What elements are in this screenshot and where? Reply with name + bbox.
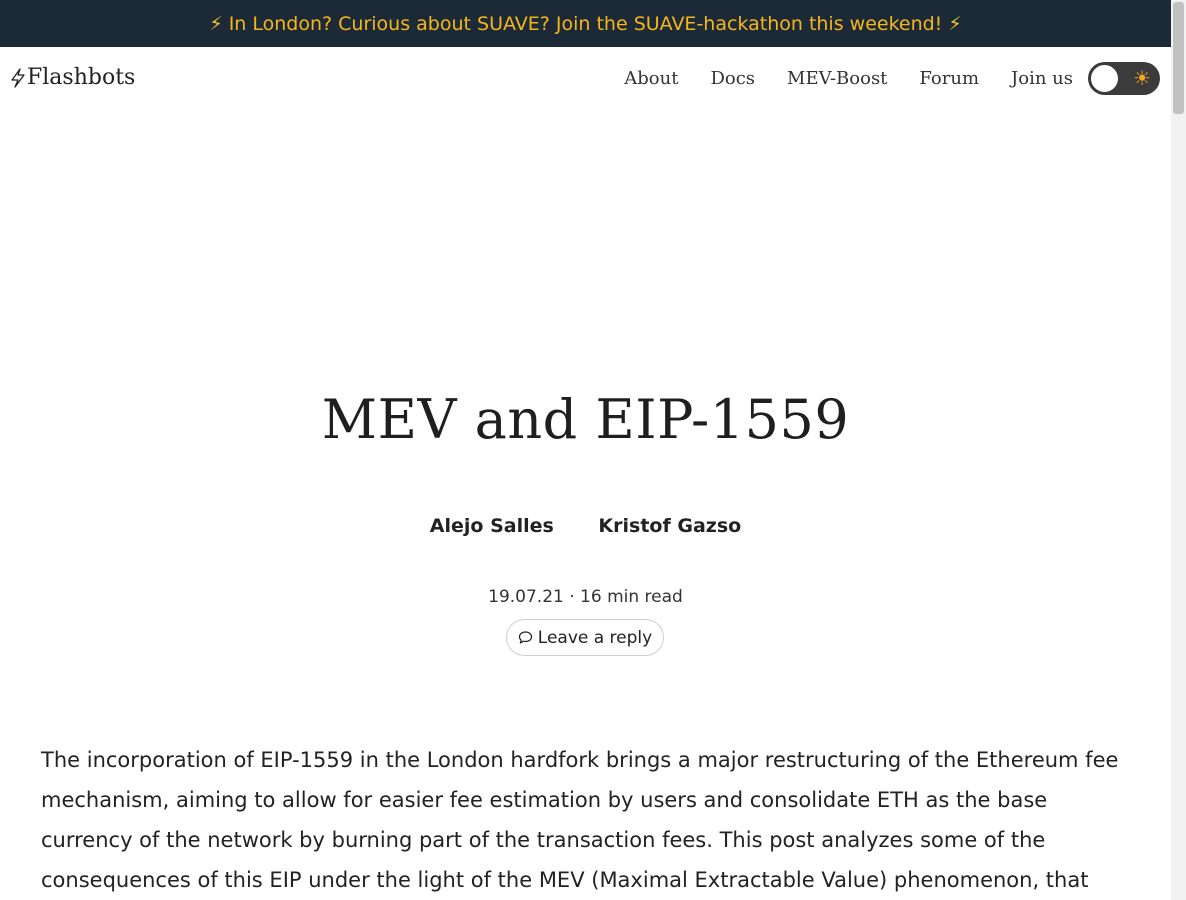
top-navigation: Flashbots About Docs MEV-Boost Forum Joi…: [0, 47, 1171, 113]
banner-text[interactable]: In London? Curious about SUAVE? Join the…: [229, 13, 943, 35]
scrollbar[interactable]: [1171, 0, 1186, 900]
nav-link-about[interactable]: About: [624, 68, 678, 89]
nav-link-forum[interactable]: Forum: [919, 68, 979, 89]
lightning-icon: ⚡: [948, 12, 962, 35]
comment-icon: [518, 631, 532, 644]
logo[interactable]: Flashbots: [10, 65, 135, 90]
toggle-knob: [1091, 65, 1118, 92]
nav-link-join-us[interactable]: Join us: [1011, 68, 1073, 89]
leave-reply-button[interactable]: Leave a reply: [506, 619, 664, 656]
author-name[interactable]: Kristof Gazso: [598, 515, 741, 537]
author-list: Alejo Salles Kristof Gazso: [0, 515, 1171, 537]
article-body-paragraph: The incorporation of EIP-1559 in the Lon…: [41, 748, 1119, 892]
lightning-icon: ⚡: [209, 12, 223, 35]
nav-link-docs[interactable]: Docs: [710, 68, 755, 89]
logo-text: Flashbots: [27, 65, 136, 90]
sun-icon: ☀: [1133, 66, 1151, 90]
author-name[interactable]: Alejo Salles: [430, 515, 554, 537]
scrollbar-thumb[interactable]: [1173, 2, 1184, 114]
lightning-logo-icon: [11, 67, 25, 88]
nav-links: About Docs MEV-Boost Forum Join us: [592, 68, 1073, 89]
theme-toggle[interactable]: ☀: [1088, 62, 1160, 95]
leave-reply-label: Leave a reply: [537, 627, 653, 648]
article-meta: 19.07.21 · 16 min read: [488, 587, 683, 607]
nav-link-mev-boost[interactable]: MEV-Boost: [787, 68, 887, 89]
announcement-banner[interactable]: ⚡ In London? Curious about SUAVE? Join t…: [0, 0, 1171, 47]
article-title: MEV and EIP-1559: [321, 388, 850, 451]
